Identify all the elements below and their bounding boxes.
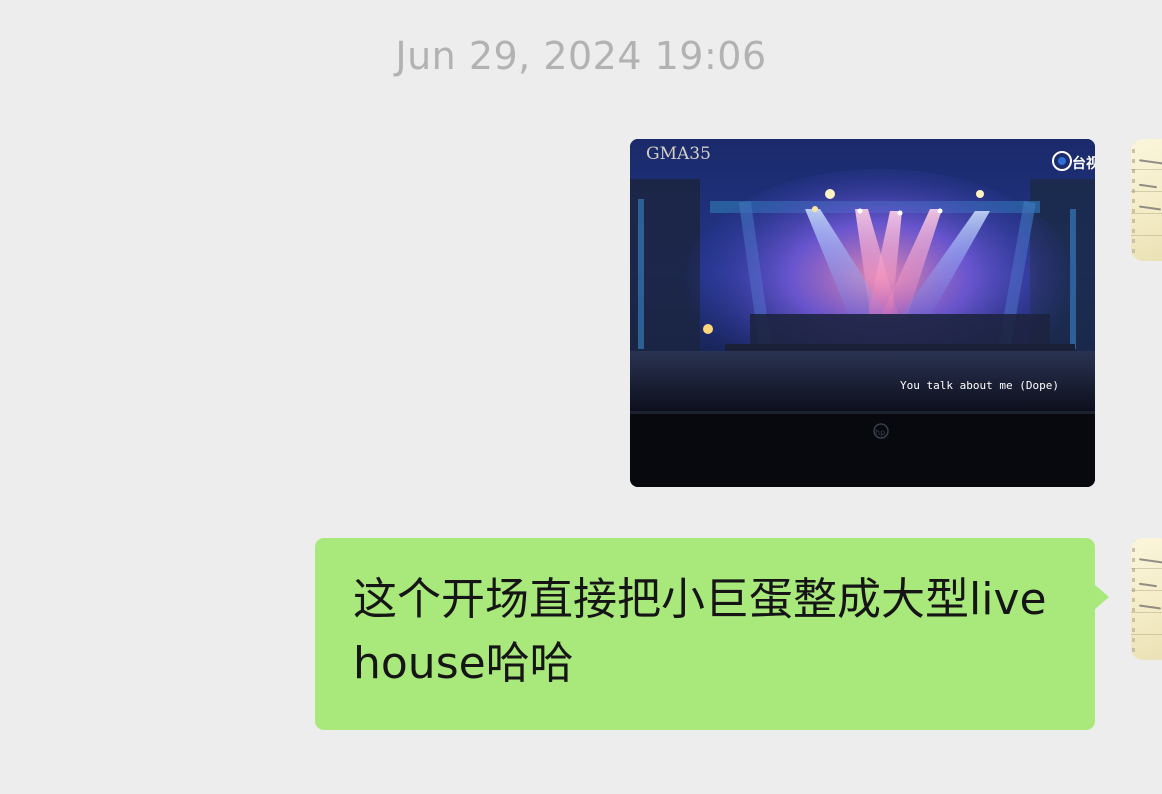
message-text: 这个开场直接把小巨蛋整成大型livehouse哈哈 — [353, 574, 1047, 689]
text-message-bubble[interactable]: 这个开场直接把小巨蛋整成大型livehouse哈哈 — [315, 538, 1109, 730]
monitor-logo: hp — [875, 428, 885, 437]
message-timestamp: Jun 29, 2024 19:06 — [395, 34, 767, 78]
video-subtitle: You talk about me (Dope) — [900, 379, 1059, 392]
image-message[interactable]: You talk about me (Dope) GMA35 台视 hp — [630, 139, 1095, 487]
chat-view: Jun 29, 2024 19:06 You talk about me (Do… — [0, 0, 1162, 794]
show-logo: GMA35 — [646, 144, 711, 164]
concert-photo: You talk about me (Dope) GMA35 台视 hp — [630, 139, 1095, 487]
notebook-avatar-icon[interactable] — [1131, 139, 1162, 261]
notebook-avatar-icon[interactable] — [1131, 538, 1162, 660]
channel-logo-text: 台视 — [1072, 155, 1095, 172]
